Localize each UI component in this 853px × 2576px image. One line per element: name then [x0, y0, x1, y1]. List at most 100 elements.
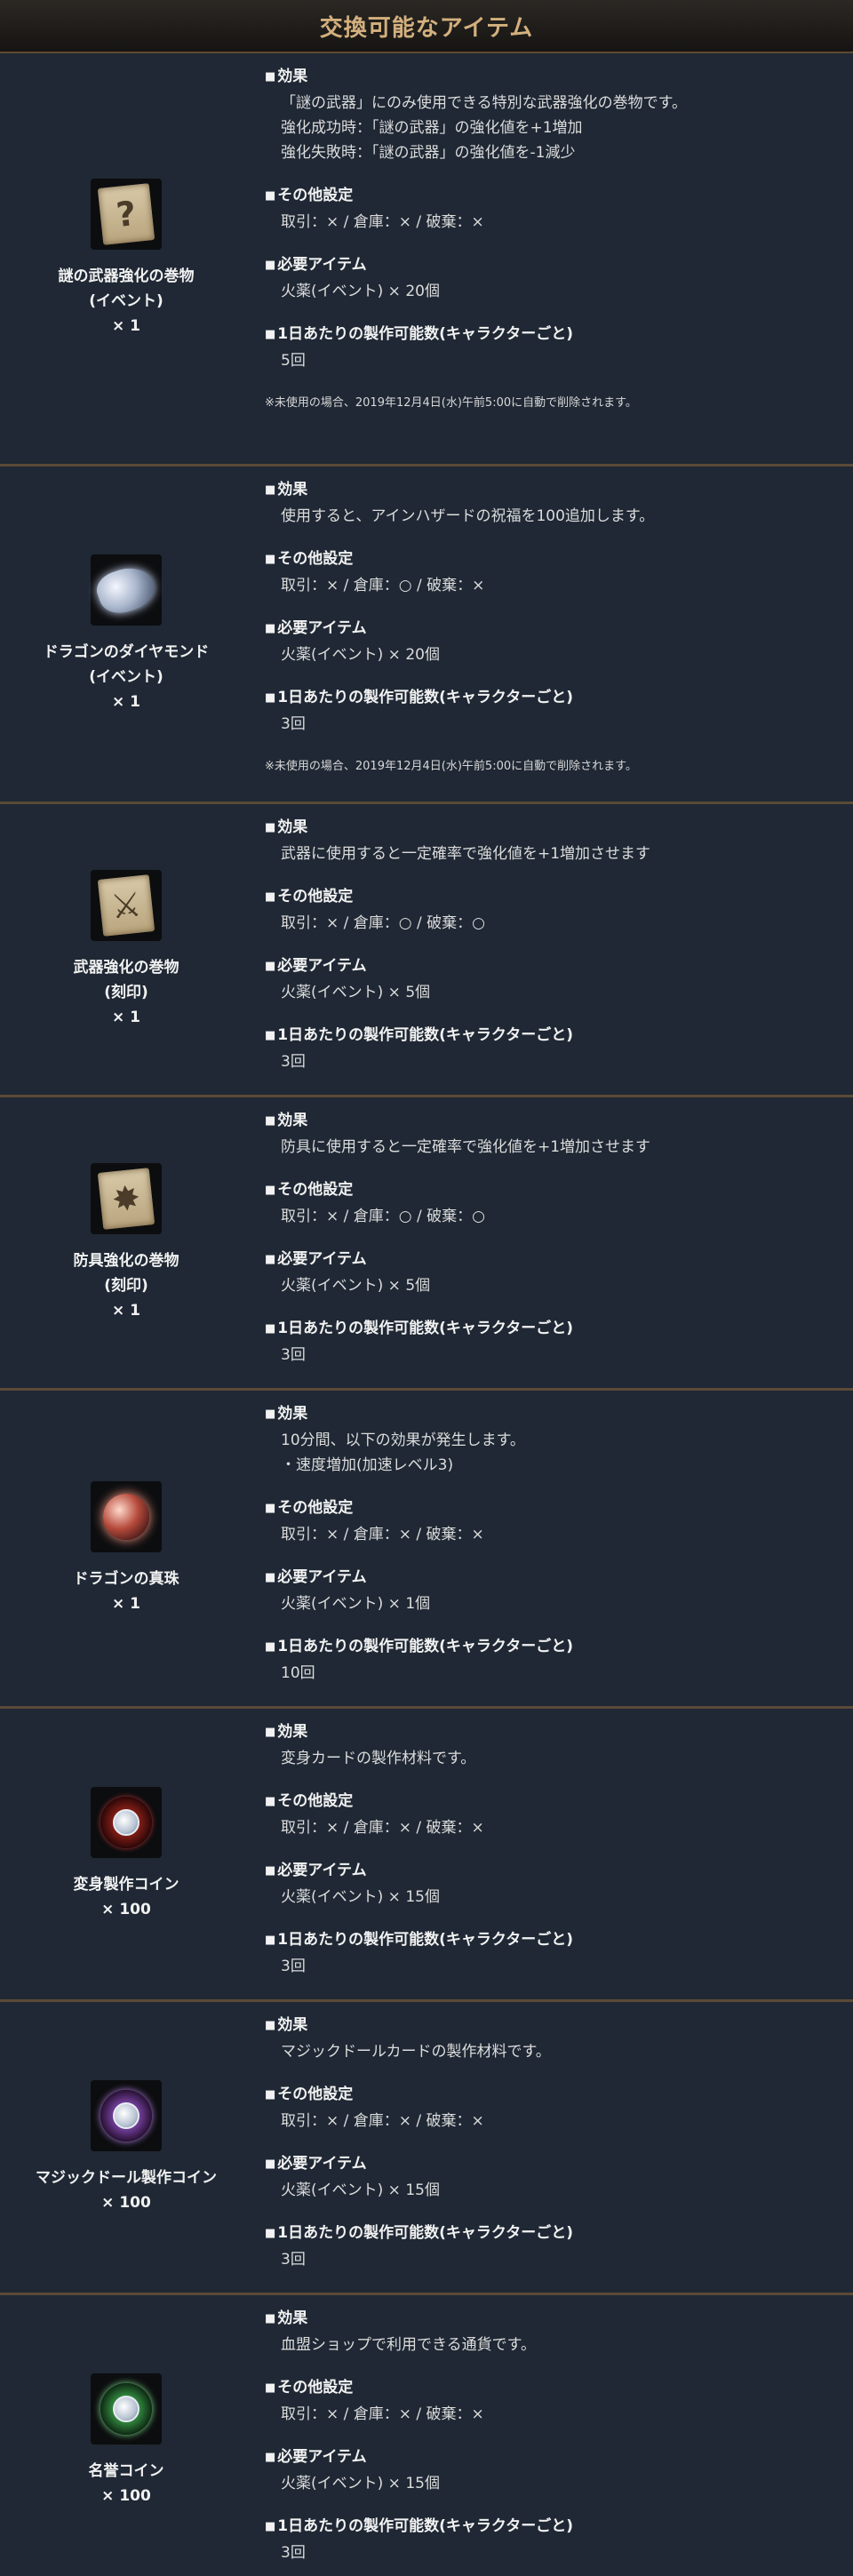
- required-item-section: 必要アイテム 火薬(イベント) × 1個: [265, 1565, 842, 1616]
- other-settings-section: その他設定 取引：× / 倉庫：× / 破棄：×: [265, 1789, 842, 1840]
- item-row: ドラゴンのダイヤモンド (イベント) × 1 効果 使用すると、アインハザードの…: [0, 467, 853, 804]
- item-name: 防具強化の巻物 (刻印): [73, 1251, 179, 1295]
- expiry-note: ※未使用の場合、2019年12月4日(水)午前5:00に自動で削除されます。: [265, 760, 637, 773]
- item-details: 効果 武器に使用すると一定確率で強化値を+1増加させます その他設定 取引：× …: [252, 804, 853, 1095]
- effect-section: 効果 10分間、以下の効果が発生します。・速度増加(加速レベル3): [265, 1401, 842, 1478]
- other-settings-heading: その他設定: [265, 2375, 842, 2402]
- daily-limit-heading: 1日あたりの製作可能数(キャラクターごと): [265, 1634, 842, 1661]
- daily-limit-section: 1日あたりの製作可能数(キャラクターごと) 3回: [265, 685, 842, 737]
- other-settings-section: その他設定 取引：× / 倉庫：× / 破棄：×: [265, 2375, 842, 2427]
- item-name: 武器強化の巻物 (刻印): [73, 958, 179, 1001]
- effect-heading: 効果: [265, 1719, 842, 1746]
- daily-limit-value: 3回: [281, 2251, 306, 2269]
- expiry-note: ※未使用の場合、2019年12月4日(水)午前5:00に自動で削除されます。: [265, 396, 637, 410]
- item-row: ⚔ 武器強化の巻物 (刻印) × 1 効果 武器に使用すると一定確率で強化値を+…: [0, 804, 853, 1097]
- required-item-heading: 必要アイテム: [265, 1247, 842, 1273]
- required-item-value: 火薬(イベント) × 15個: [281, 1888, 440, 1906]
- required-item-heading: 必要アイテム: [265, 1565, 842, 1591]
- item-details: 効果 マジックドールカードの製作材料です。 その他設定 取引：× / 倉庫：× …: [252, 2002, 853, 2293]
- item-summary: ドラゴンの真珠 × 1: [0, 1391, 252, 1706]
- required-item-heading: 必要アイテム: [265, 1858, 842, 1885]
- mystery-scroll-icon: ?: [91, 179, 162, 250]
- item-name: ドラゴンの真珠: [73, 1569, 179, 1588]
- armor-scroll-icon: ✸: [91, 1162, 162, 1234]
- item-quantity: × 100: [101, 2486, 151, 2505]
- daily-limit-section: 1日あたりの製作可能数(キャラクターごと) 3回: [265, 2221, 842, 2272]
- item-details: 効果 「謎の武器」にのみ使用できる特別な武器強化の巻物です。強化成功時：「謎の武…: [252, 53, 853, 464]
- item-summary: ドラゴンのダイヤモンド (イベント) × 1: [0, 467, 252, 802]
- other-settings-heading: その他設定: [265, 2082, 842, 2109]
- other-settings-section: その他設定 取引：× / 倉庫：○ / 破棄：×: [265, 546, 842, 598]
- required-item-section: 必要アイテム 火薬(イベント) × 5個: [265, 953, 842, 1005]
- item-summary: マジックドール製作コイン × 100: [0, 2002, 252, 2293]
- item-name: ドラゴンのダイヤモンド (イベント): [43, 642, 210, 686]
- item-details: 効果 10分間、以下の効果が発生します。・速度増加(加速レベル3) その他設定 …: [252, 1391, 853, 1706]
- item-quantity: × 100: [101, 1900, 151, 1918]
- item-details: 効果 変身カードの製作材料です。 その他設定 取引：× / 倉庫：× / 破棄：…: [252, 1709, 853, 1999]
- required-item-heading: 必要アイテム: [265, 616, 842, 642]
- daily-limit-value: 3回: [281, 1346, 306, 1364]
- daily-limit-section: 1日あたりの製作可能数(キャラクターごと) 3回: [265, 1927, 842, 1979]
- effect-line: 10分間、以下の効果が発生します。: [281, 1432, 525, 1449]
- effect-heading: 効果: [265, 2306, 842, 2333]
- item-quantity: × 1: [112, 317, 140, 335]
- item-row: マジックドール製作コイン × 100 効果 マジックドールカードの製作材料です。…: [0, 2002, 853, 2295]
- effect-heading: 効果: [265, 1108, 842, 1135]
- other-settings-heading: その他設定: [265, 884, 842, 911]
- other-settings-value: 取引：× / 倉庫：× / 破棄：×: [281, 2112, 484, 2130]
- page-title: 交換可能なアイテム: [319, 14, 534, 42]
- effect-line: 使用すると、アインハザードの祝福を100追加します。: [281, 507, 655, 525]
- other-settings-value: 取引：× / 倉庫：○ / 破棄：○: [281, 1208, 485, 1225]
- daily-limit-value: 10回: [281, 1664, 315, 1682]
- required-item-value: 火薬(イベント) × 1個: [281, 1595, 431, 1613]
- other-settings-value: 取引：× / 倉庫：× / 破棄：×: [281, 1819, 484, 1837]
- daily-limit-heading: 1日あたりの製作可能数(キャラクターごと): [265, 685, 842, 712]
- item-row: ? 謎の武器強化の巻物 (イベント) × 1 効果 「謎の武器」にのみ使用できる…: [0, 53, 853, 467]
- daily-limit-section: 1日あたりの製作可能数(キャラクターごと) 10回: [265, 1634, 842, 1686]
- effect-heading: 効果: [265, 2013, 842, 2039]
- item-name: 変身製作コイン: [73, 1875, 179, 1894]
- other-settings-heading: その他設定: [265, 1495, 842, 1522]
- transform-coin-icon: [91, 1786, 162, 1858]
- daily-limit-value: 3回: [281, 2544, 306, 2562]
- daily-limit-section: 1日あたりの製作可能数(キャラクターごと) 3回: [265, 1023, 842, 1074]
- item-details: 効果 血盟ショップで利用できる通貨です。 その他設定 取引：× / 倉庫：× /…: [252, 2295, 853, 2576]
- item-quantity: × 1: [112, 692, 140, 711]
- item-name: 名誉コイン: [88, 2461, 164, 2480]
- other-settings-section: その他設定 取引：× / 倉庫：× / 破棄：×: [265, 1495, 842, 1547]
- magic-doll-coin-icon: [91, 2079, 162, 2151]
- effect-section: 効果 血盟ショップで利用できる通貨です。: [265, 2306, 842, 2357]
- effect-section: 効果 使用すると、アインハザードの祝福を100追加します。: [265, 477, 842, 529]
- other-settings-section: その他設定 取引：× / 倉庫：○ / 破棄：○: [265, 1177, 842, 1229]
- daily-limit-heading: 1日あたりの製作可能数(キャラクターごと): [265, 1023, 842, 1049]
- item-summary: ✸ 防具強化の巻物 (刻印) × 1: [0, 1097, 252, 1388]
- other-settings-section: その他設定 取引：× / 倉庫：○ / 破棄：○: [265, 884, 842, 936]
- daily-limit-heading: 1日あたりの製作可能数(キャラクターごと): [265, 2221, 842, 2247]
- effect-line: 「謎の武器」にのみ使用できる特別な武器強化の巻物です。: [281, 94, 687, 112]
- item-details: 効果 使用すると、アインハザードの祝福を100追加します。 その他設定 取引：×…: [252, 467, 853, 802]
- required-item-value: 火薬(イベント) × 15個: [281, 2475, 440, 2492]
- effect-section: 効果 マジックドールカードの製作材料です。: [265, 2013, 842, 2064]
- weapon-scroll-icon: ⚔: [91, 869, 162, 941]
- effect-heading: 効果: [265, 64, 842, 91]
- effect-heading: 効果: [265, 477, 842, 504]
- required-item-section: 必要アイテム 火薬(イベント) × 20個: [265, 252, 842, 304]
- required-item-heading: 必要アイテム: [265, 2151, 842, 2178]
- required-item-heading: 必要アイテム: [265, 953, 842, 980]
- effect-line: ・速度増加(加速レベル3): [281, 1456, 454, 1474]
- item-name: マジックドール製作コイン: [36, 2168, 217, 2187]
- item-quantity: × 1: [112, 1301, 140, 1320]
- other-settings-value: 取引：× / 倉庫：× / 破棄：×: [281, 2405, 484, 2423]
- item-name: 謎の武器強化の巻物 (イベント): [58, 267, 195, 310]
- other-settings-heading: その他設定: [265, 183, 842, 210]
- required-item-section: 必要アイテム 火薬(イベント) × 20個: [265, 616, 842, 667]
- item-summary: 名誉コイン × 100: [0, 2295, 252, 2576]
- daily-limit-heading: 1日あたりの製作可能数(キャラクターごと): [265, 322, 842, 348]
- other-settings-section: その他設定 取引：× / 倉庫：× / 破棄：×: [265, 2082, 842, 2133]
- item-row: 名誉コイン × 100 効果 血盟ショップで利用できる通貨です。 その他設定 取…: [0, 2295, 853, 2576]
- daily-limit-value: 3回: [281, 1958, 306, 1975]
- daily-limit-section: 1日あたりの製作可能数(キャラクターごと) 3回: [265, 2514, 842, 2565]
- title-bar: 交換可能なアイテム: [0, 0, 853, 53]
- other-settings-section: その他設定 取引：× / 倉庫：× / 破棄：×: [265, 183, 842, 235]
- item-row: ドラゴンの真珠 × 1 効果 10分間、以下の効果が発生します。・速度増加(加速…: [0, 1391, 853, 1709]
